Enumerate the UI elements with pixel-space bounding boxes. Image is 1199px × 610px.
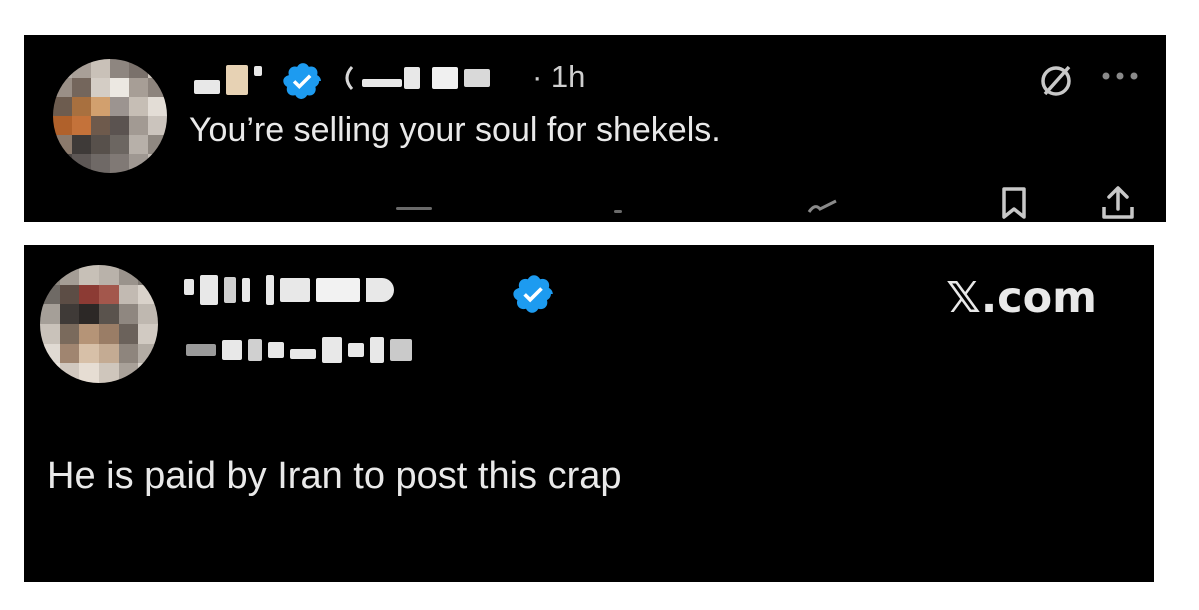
avatar[interactable] [40,265,158,383]
reply-card-2: 𝕏.com He is paid by Iran to post this cr… [24,245,1154,582]
post-text: You’re selling your soul for shekels. [189,111,721,149]
handle-redacted [186,337,412,363]
faint-stats-icon [807,199,837,213]
post-timestamp: · 1h [532,59,586,94]
faint-action-mark [614,210,622,213]
post-text: He is paid by Iran to post this crap [47,455,622,497]
more-icon[interactable] [1100,69,1140,83]
handle-redacted [338,63,490,93]
verified-badge-icon [283,63,321,99]
handle-fragment [345,65,354,91]
verified-badge-icon [513,275,553,313]
reply-card-1: · 1h You’re selling your soul for shekel… [24,35,1166,222]
faint-action-mark [396,207,432,210]
display-name-redacted [184,275,394,305]
grok-icon[interactable] [1036,61,1076,101]
share-icon[interactable] [1098,183,1138,222]
x-com-watermark: 𝕏.com [946,273,1097,323]
bookmark-icon[interactable] [996,185,1032,221]
display-name-redacted [194,65,262,95]
avatar[interactable] [53,59,167,173]
